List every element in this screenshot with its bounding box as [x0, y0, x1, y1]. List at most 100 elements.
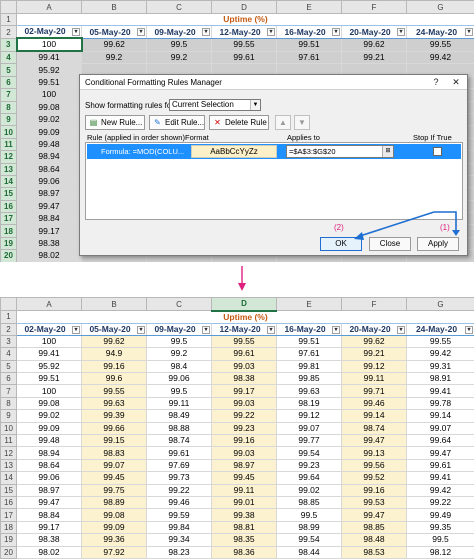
- data-cell[interactable]: 98.02: [16, 545, 82, 559]
- data-cell[interactable]: 99.48: [16, 137, 82, 152]
- data-cell[interactable]: 99.62: [81, 37, 147, 52]
- date-header-cell[interactable]: 02-May-20 ▾: [16, 25, 82, 39]
- data-cell[interactable]: 98.85: [341, 520, 407, 535]
- ok-button[interactable]: OK: [320, 237, 362, 251]
- row-header-2[interactable]: 2: [0, 322, 17, 336]
- applies-to-field[interactable]: =$A$3:$G$20 ⊞: [286, 145, 394, 158]
- data-cell[interactable]: 99.08: [16, 396, 82, 411]
- data-cell[interactable]: 99.39: [81, 409, 147, 423]
- data-cell[interactable]: 99.84: [146, 520, 212, 535]
- filter-dropdown-icon[interactable]: ▾: [465, 325, 473, 334]
- data-cell[interactable]: 99.02: [276, 483, 342, 497]
- filter-dropdown-icon[interactable]: ▾: [267, 28, 275, 37]
- column-header-f[interactable]: F: [341, 297, 407, 311]
- stop-if-true-checkbox[interactable]: [433, 147, 442, 156]
- data-cell[interactable]: 99.36: [81, 533, 147, 547]
- row-header-5[interactable]: 5: [0, 359, 17, 374]
- row-header-12[interactable]: 12: [0, 150, 17, 164]
- data-cell[interactable]: 97.92: [81, 545, 147, 559]
- data-cell[interactable]: 99.06: [146, 372, 212, 386]
- data-cell[interactable]: 99.63: [81, 396, 147, 411]
- data-cell[interactable]: 99.13: [341, 446, 407, 460]
- data-cell[interactable]: 98.02: [16, 249, 82, 262]
- data-cell[interactable]: 99.55: [406, 334, 474, 349]
- date-header-cell[interactable]: 05-May-20 ▾: [81, 322, 147, 336]
- data-cell[interactable]: 98.38: [16, 236, 82, 251]
- data-cell[interactable]: 99.09: [16, 421, 82, 436]
- data-cell[interactable]: 100: [16, 334, 82, 349]
- data-cell[interactable]: 99.11: [146, 396, 212, 411]
- row-header-19[interactable]: 19: [0, 533, 17, 547]
- data-cell[interactable]: 99.62: [341, 37, 407, 52]
- data-cell[interactable]: 99.35: [406, 520, 474, 535]
- data-cell[interactable]: 98.36: [211, 545, 277, 559]
- data-cell[interactable]: 99.53: [341, 495, 407, 510]
- close-icon[interactable]: ✕: [445, 75, 467, 89]
- close-button[interactable]: Close: [369, 237, 411, 251]
- data-cell[interactable]: 98.48: [341, 533, 407, 547]
- filter-dropdown-icon[interactable]: ▾: [72, 325, 80, 334]
- data-cell[interactable]: 99.64: [406, 433, 474, 448]
- row-header-6[interactable]: 6: [0, 75, 17, 90]
- row-header-15[interactable]: 15: [0, 483, 17, 497]
- row-header-15[interactable]: 15: [0, 187, 17, 201]
- data-cell[interactable]: 98.97: [16, 187, 82, 201]
- row-header-9[interactable]: 9: [0, 112, 17, 127]
- move-down-button[interactable]: ▼: [294, 115, 310, 130]
- data-cell[interactable]: 99.42: [406, 483, 474, 497]
- data-cell[interactable]: 99.47: [341, 508, 407, 522]
- data-cell[interactable]: 99.09: [81, 520, 147, 535]
- row-header-10[interactable]: 10: [0, 421, 17, 436]
- data-cell[interactable]: 99.61: [146, 446, 212, 460]
- row-header-1[interactable]: 1: [0, 12, 17, 27]
- data-cell[interactable]: 95.92: [16, 63, 82, 77]
- data-cell[interactable]: 98.83: [81, 446, 147, 460]
- row-header-7[interactable]: 7: [0, 384, 17, 398]
- data-cell[interactable]: 98.44: [276, 545, 342, 559]
- data-cell[interactable]: 99.23: [276, 458, 342, 473]
- data-cell[interactable]: 99.41: [406, 471, 474, 485]
- range-picker-icon[interactable]: ⊞: [382, 146, 393, 157]
- data-cell[interactable]: 98.64: [16, 458, 82, 473]
- date-header-cell[interactable]: 12-May-20 ▾: [211, 25, 277, 39]
- row-header-18[interactable]: 18: [0, 224, 17, 238]
- data-cell[interactable]: 99.07: [81, 458, 147, 473]
- data-cell[interactable]: 99.03: [211, 359, 277, 374]
- row-header-20[interactable]: 20: [0, 249, 17, 262]
- data-cell[interactable]: 98.94: [16, 446, 82, 460]
- data-cell[interactable]: 99.54: [276, 446, 342, 460]
- data-cell[interactable]: 100: [16, 384, 82, 398]
- data-cell[interactable]: 99.09: [16, 125, 82, 139]
- data-cell[interactable]: 99.03: [211, 396, 277, 411]
- show-rules-select[interactable]: Current Selection ▼: [169, 99, 261, 111]
- data-cell[interactable]: 99.63: [276, 384, 342, 398]
- data-cell[interactable]: 98.64: [16, 162, 82, 176]
- data-cell[interactable]: 99.17: [16, 224, 82, 238]
- data-cell[interactable]: 98.99: [276, 520, 342, 535]
- data-cell[interactable]: 99.51: [16, 75, 82, 90]
- data-cell[interactable]: 99.77: [276, 433, 342, 448]
- data-cell[interactable]: 99.2: [146, 347, 212, 361]
- data-cell[interactable]: 99.2: [81, 50, 147, 65]
- data-cell[interactable]: 99.75: [81, 483, 147, 497]
- row-header-16[interactable]: 16: [0, 199, 17, 214]
- data-cell[interactable]: 98.49: [146, 409, 212, 423]
- data-cell[interactable]: 99.11: [341, 372, 407, 386]
- data-cell[interactable]: 99.02: [16, 112, 82, 127]
- row-header-17[interactable]: 17: [0, 212, 17, 226]
- data-cell[interactable]: 99.02: [16, 409, 82, 423]
- date-header-cell[interactable]: 16-May-20 ▾: [276, 25, 342, 39]
- data-cell[interactable]: 99.5: [406, 533, 474, 547]
- data-cell[interactable]: 99.07: [406, 421, 474, 436]
- data-cell[interactable]: 99.01: [211, 495, 277, 510]
- data-cell[interactable]: 95.92: [16, 359, 82, 374]
- data-cell[interactable]: 99.46: [341, 396, 407, 411]
- date-header-cell[interactable]: 24-May-20 ▾: [406, 25, 474, 39]
- row-header-11[interactable]: 11: [0, 433, 17, 448]
- data-cell[interactable]: 99.03: [211, 446, 277, 460]
- data-cell[interactable]: 98.35: [211, 533, 277, 547]
- data-cell[interactable]: 99.61: [211, 50, 277, 65]
- data-cell[interactable]: 99.51: [276, 334, 342, 349]
- delete-rule-button[interactable]: ✕ Delete Rule: [209, 115, 269, 130]
- data-cell[interactable]: 99.45: [211, 471, 277, 485]
